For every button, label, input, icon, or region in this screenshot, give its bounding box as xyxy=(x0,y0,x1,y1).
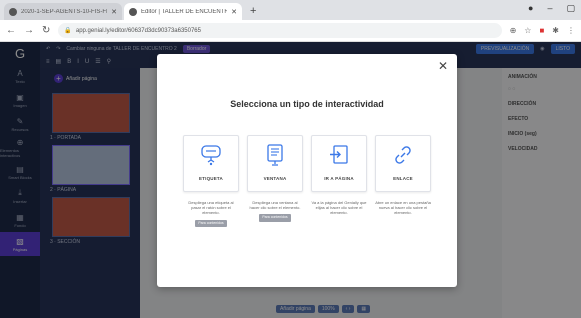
extension-icon[interactable]: ✱ xyxy=(552,26,559,35)
tab-close-icon[interactable]: ✕ xyxy=(231,8,237,16)
close-icon[interactable]: ✕ xyxy=(438,59,448,73)
tab-favicon-icon xyxy=(9,7,17,16)
window-controls: ● – ▢ xyxy=(528,3,575,14)
modal-title: Selecciona un tipo de interactividad xyxy=(230,99,384,109)
link-chain-icon xyxy=(395,146,411,164)
browser-tab-active[interactable]: Editor | TALLER DE ENCUENTRO | G ✕ xyxy=(124,3,242,20)
window-icon xyxy=(267,144,283,166)
content-tag: Para contenidos xyxy=(259,214,291,222)
star-icon[interactable]: ☆ xyxy=(524,26,531,35)
browser-tabbar: 2020-1-SEP-AGENTS-10-FIS-FILE-1 x ✕ Edit… xyxy=(0,0,581,20)
option-go-to-page[interactable]: IR A PÁGINA xyxy=(311,135,367,192)
menu-icon[interactable]: ⋮ xyxy=(567,26,575,35)
option-description: Abre un enlace en una pestaña nueva al h… xyxy=(375,200,431,227)
address-bar: ← → ↻ 🔒 app.genial.ly/editor/60637d3dc90… xyxy=(0,20,581,42)
extension-icons: ⊕ ☆ ■ ✱ ⋮ xyxy=(510,26,575,35)
option-description: Despliega una ventana al hacer clic sobr… xyxy=(247,200,303,227)
url-text: app.genial.ly/editor/60637d3dc90373a6350… xyxy=(75,27,201,34)
option-description: Va a la página del Genially que elijas a… xyxy=(311,200,367,227)
description-text: Despliega una ventana al hacer clic sobr… xyxy=(249,200,301,211)
option-description: Despliega una etiqueta al pasar el ratón… xyxy=(183,200,239,227)
account-icon[interactable]: ● xyxy=(528,3,533,14)
option-label: ETIQUETA xyxy=(198,176,224,181)
option-label: ENLACE xyxy=(393,176,413,181)
go-to-page-icon xyxy=(330,145,348,164)
forward-icon[interactable]: → xyxy=(24,25,34,36)
tab-title: 2020-1-SEP-AGENTS-10-FIS-FILE-1 x xyxy=(21,8,108,15)
tooltip-icon xyxy=(201,145,221,166)
option-link[interactable]: ENLACE xyxy=(375,135,431,192)
option-tooltip[interactable]: ETIQUETA xyxy=(183,135,239,192)
tab-close-icon[interactable]: ✕ xyxy=(111,8,117,16)
maximize-icon[interactable]: ▢ xyxy=(566,3,575,14)
tab-title: Editor | TALLER DE ENCUENTRO | G xyxy=(141,8,228,15)
description-text: Abre un enlace en una pestaña nueva al h… xyxy=(375,200,431,216)
extension-red-icon[interactable]: ■ xyxy=(539,26,544,35)
tab-favicon-icon xyxy=(129,7,137,16)
description-text: Va a la página del Genially que elijas a… xyxy=(311,200,367,216)
interactivity-modal: ✕ Selecciona un tipo de interactividad E… xyxy=(157,54,457,287)
interactivity-options: ETIQUETA VENTANA IR A PÁGINA ENLACE xyxy=(183,135,431,192)
option-label: VENTANA xyxy=(263,176,287,181)
reload-icon[interactable]: ↻ xyxy=(42,25,50,36)
description-text: Despliega una etiqueta al pasar el ratón… xyxy=(188,200,234,216)
url-field[interactable]: 🔒 app.genial.ly/editor/60637d3dc90373a63… xyxy=(58,23,502,38)
back-icon[interactable]: ← xyxy=(6,25,16,36)
zoom-icon[interactable]: ⊕ xyxy=(510,26,517,35)
content-tag: Para contenidos xyxy=(195,219,227,227)
lock-icon: 🔒 xyxy=(64,28,72,34)
minimize-icon[interactable]: – xyxy=(547,3,552,14)
option-window[interactable]: VENTANA xyxy=(247,135,303,192)
option-descriptions: Despliega una etiqueta al pasar el ratón… xyxy=(183,200,431,227)
new-tab-icon[interactable]: + xyxy=(244,5,262,20)
option-label: IR A PÁGINA xyxy=(324,176,354,181)
browser-tab[interactable]: 2020-1-SEP-AGENTS-10-FIS-FILE-1 x ✕ xyxy=(4,3,122,20)
